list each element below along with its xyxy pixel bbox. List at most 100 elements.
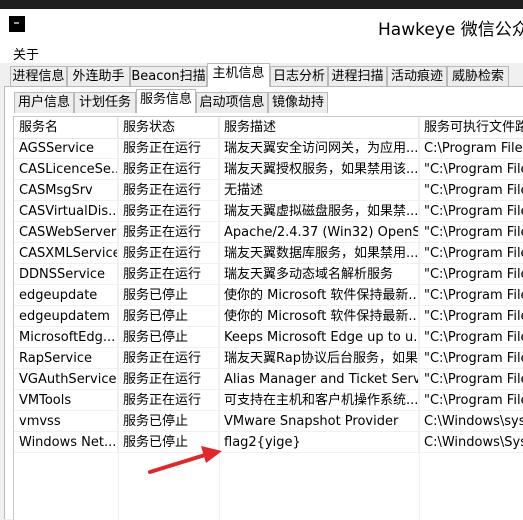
- cell-exe-path: "C:\Program Files: [419, 201, 523, 222]
- cell-exe-path: "C:\Program Files: [419, 243, 523, 264]
- cell-service-name: vmvss: [14, 411, 118, 432]
- cell-exe-path: "C:\Program Files: [419, 306, 523, 327]
- cell-status: 服务已停止: [118, 327, 219, 348]
- tab-scheduled-tasks[interactable]: 计划任务: [74, 92, 136, 113]
- cell-description: Keeps Microsoft Edge up to u...: [219, 327, 419, 348]
- tab-user-info[interactable]: 用户信息: [14, 92, 74, 113]
- table-row[interactable]: CASMsgSrv 服务正在运行 无描述 "C:\Program Files: [14, 180, 523, 201]
- cell-description: 瑞友天翼安全访问网关，为应用...: [219, 138, 419, 159]
- cell-service-name: Windows Net...: [14, 432, 118, 453]
- cell-service-name: CASLicenceSe...: [14, 159, 118, 180]
- cell-description: 无描述: [219, 180, 419, 201]
- services-list[interactable]: 服务名 服务状态 服务描述 服务可执行文件路径 AGSService 服务正在运…: [13, 116, 523, 520]
- cell-status: 服务正在运行: [118, 222, 219, 243]
- table-row[interactable]: RapService 服务正在运行 瑞友天翼Rap协议后台服务，如果... "C…: [14, 348, 523, 369]
- cell-status: 服务正在运行: [118, 201, 219, 222]
- cell-description: 瑞友天翼虚拟磁盘服务，如果禁...: [219, 201, 419, 222]
- tab-connection-helper[interactable]: 外连助手: [67, 66, 130, 87]
- table-row[interactable]: Windows Net... 服务已停止 flag2{yige} C:\Wind…: [14, 432, 523, 453]
- tab-log-analysis[interactable]: 日志分析: [270, 66, 328, 87]
- tab-image-hijack[interactable]: 镜像劫持: [268, 92, 328, 113]
- sub-tab-strip: 用户信息 计划任务 服务信息 启动项信息 镜像劫持: [5, 87, 523, 114]
- cell-exe-path: C:\Program Files: [419, 138, 523, 159]
- table-row[interactable]: AGSService 服务正在运行 瑞友天翼安全访问网关，为应用... C:\P…: [14, 138, 523, 159]
- cell-description: flag2{yige}: [219, 432, 419, 453]
- cell-service-name: edgeupdatem: [14, 306, 118, 327]
- cell-description: 瑞友天翼授权服务，如果禁用该...: [219, 159, 419, 180]
- table-row[interactable]: CASLicenceSe... 服务正在运行 瑞友天翼授权服务，如果禁用该...…: [14, 159, 523, 180]
- cell-service-name: RapService: [14, 348, 118, 369]
- cell-service-name: VGAuthService: [14, 369, 118, 390]
- cell-status: 服务已停止: [118, 411, 219, 432]
- cell-exe-path: C:\Windows\Syste: [419, 432, 523, 453]
- cell-service-name: DDNSService: [14, 264, 118, 285]
- main-tab-strip: 进程信息 外连助手 Beacon扫描 主机信息 日志分析 进程扫描 活动痕迹 威…: [0, 63, 523, 87]
- table-row[interactable]: vmvss 服务已停止 VMware Snapshot Provider C:\…: [14, 411, 523, 432]
- column-header-description[interactable]: 服务描述: [219, 117, 419, 138]
- tab-process-scan[interactable]: 进程扫描: [328, 66, 387, 87]
- table-header: 服务名 服务状态 服务描述 服务可执行文件路径: [14, 117, 523, 139]
- cell-service-name: CASVirtualDis...: [14, 201, 118, 222]
- cell-status: 服务正在运行: [118, 180, 219, 201]
- cell-service-name: CASMsgSrv: [14, 180, 118, 201]
- host-info-panel: 用户信息 计划任务 服务信息 启动项信息 镜像劫持 服务名 服务状态 服务描述 …: [4, 86, 523, 520]
- tab-threat-search[interactable]: 威胁检索: [447, 66, 509, 87]
- table-row[interactable]: MicrosoftEdg... 服务已停止 Keeps Microsoft Ed…: [14, 327, 523, 348]
- table-row[interactable]: edgeupdatem 服务已停止 使你的 Microsoft 软件保持最新..…: [14, 306, 523, 327]
- app-icon: [9, 16, 25, 32]
- cell-service-name: CASWebServer: [14, 222, 118, 243]
- cell-status: 服务正在运行: [118, 243, 219, 264]
- cell-exe-path: C:\Windows\syste: [419, 411, 523, 432]
- cell-description: 可支持在主机和客户机操作系统...: [219, 390, 419, 411]
- cell-description: 瑞友天翼多动态域名解析服务: [219, 264, 419, 285]
- column-header-service-name[interactable]: 服务名: [14, 117, 118, 138]
- cell-service-name: AGSService: [14, 138, 118, 159]
- menu-about[interactable]: 关于: [13, 44, 39, 63]
- tab-process-info[interactable]: 进程信息: [10, 66, 67, 87]
- tab-startup-items[interactable]: 启动项信息: [196, 92, 268, 113]
- cell-description: 瑞友天翼Rap协议后台服务，如果...: [219, 348, 419, 369]
- cell-status: 服务已停止: [118, 285, 219, 306]
- top-strip: [0, 0, 523, 9]
- cell-exe-path: "C:\Program Files: [419, 285, 523, 306]
- table-row[interactable]: CASWebServer 服务正在运行 Apache/2.4.37 (Win32…: [14, 222, 523, 243]
- cell-status: 服务正在运行: [118, 138, 219, 159]
- menu-bar: 关于: [0, 43, 523, 63]
- cell-description: Alias Manager and Ticket Serv...: [219, 369, 419, 390]
- cell-status: 服务正在运行: [118, 159, 219, 180]
- cell-exe-path: "C:\Program Files: [419, 180, 523, 201]
- cell-service-name: edgeupdate: [14, 285, 118, 306]
- column-header-status[interactable]: 服务状态: [118, 117, 219, 138]
- table-row[interactable]: edgeupdate 服务已停止 使你的 Microsoft 软件保持最新...…: [14, 285, 523, 306]
- cell-exe-path: "C:\Program Files: [419, 159, 523, 180]
- cell-exe-path: "C:\Program Files: [419, 222, 523, 243]
- table-row[interactable]: VGAuthService 服务正在运行 Alias Manager and T…: [14, 369, 523, 390]
- table-row[interactable]: CASVirtualDis... 服务正在运行 瑞友天翼虚拟磁盘服务，如果禁..…: [14, 201, 523, 222]
- title-bar: Hawkeye 微信公众号: [0, 9, 523, 43]
- cell-service-name: VMTools: [14, 390, 118, 411]
- cell-service-name: CASXMLService: [14, 243, 118, 264]
- column-header-exe-path[interactable]: 服务可执行文件路径: [419, 117, 523, 138]
- cell-status: 服务已停止: [118, 432, 219, 453]
- cell-status: 服务已停止: [118, 306, 219, 327]
- cell-status: 服务正在运行: [118, 390, 219, 411]
- tab-activity-traces[interactable]: 活动痕迹: [387, 66, 447, 87]
- tab-service-info[interactable]: 服务信息: [136, 89, 196, 113]
- cell-service-name: MicrosoftEdg...: [14, 327, 118, 348]
- cell-exe-path: "C:\Program Files: [419, 369, 523, 390]
- tab-beacon-scan[interactable]: Beacon扫描: [130, 66, 207, 87]
- cell-exe-path: "C:\Program Files: [419, 390, 523, 411]
- cell-status: 服务正在运行: [118, 369, 219, 390]
- table-row[interactable]: VMTools 服务正在运行 可支持在主机和客户机操作系统... "C:\Pro…: [14, 390, 523, 411]
- tab-host-info[interactable]: 主机信息: [207, 63, 270, 87]
- table-row[interactable]: CASXMLService 服务正在运行 瑞友天翼数据库服务，如果禁用... "…: [14, 243, 523, 264]
- cell-status: 服务正在运行: [118, 348, 219, 369]
- cell-description: Apache/2.4.37 (Win32) OpenS...: [219, 222, 419, 243]
- window-title: Hawkeye 微信公众号: [378, 20, 523, 40]
- cell-exe-path: "C:\Program Files: [419, 327, 523, 348]
- cell-description: 使你的 Microsoft 软件保持最新...: [219, 306, 419, 327]
- cell-exe-path: "C:\Program Files: [419, 264, 523, 285]
- cell-exe-path: "C:\Program Files: [419, 348, 523, 369]
- cell-status: 服务正在运行: [118, 264, 219, 285]
- table-row[interactable]: DDNSService 服务正在运行 瑞友天翼多动态域名解析服务 "C:\Pro…: [14, 264, 523, 285]
